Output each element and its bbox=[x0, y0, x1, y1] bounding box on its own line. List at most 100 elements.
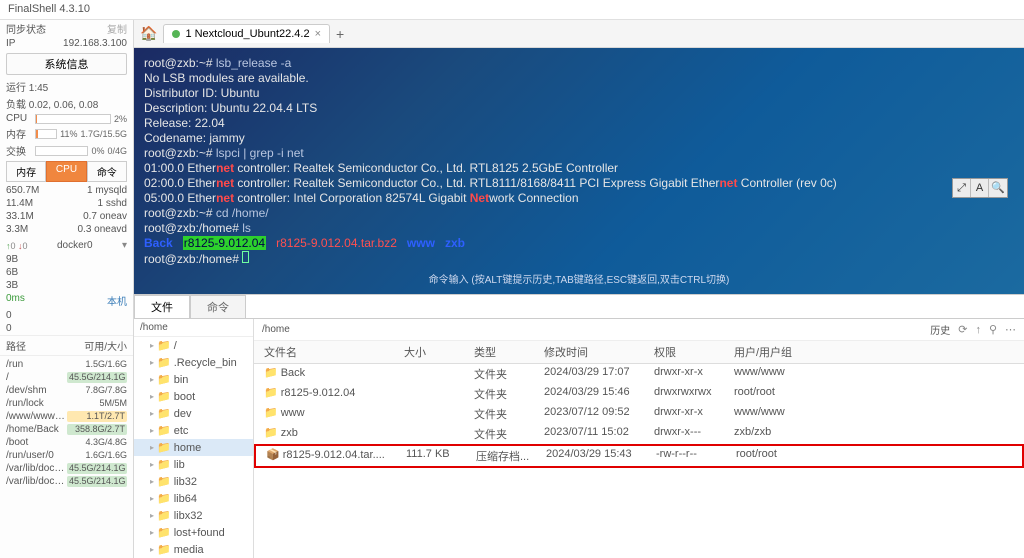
file-row[interactable]: 📁zxb文件夹2023/07/11 15:02drwxr-x---zxb/zxb bbox=[254, 424, 1024, 444]
disk-row[interactable]: /run1.5G/1.6G bbox=[0, 358, 133, 371]
col-type[interactable]: 类型 bbox=[474, 344, 544, 360]
refresh-icon[interactable]: ⟳ bbox=[958, 323, 967, 336]
net-row: ↑0 ↓0 docker0 ▾ bbox=[0, 238, 133, 253]
history-label[interactable]: 历史 bbox=[930, 322, 950, 337]
close-icon[interactable]: × bbox=[315, 28, 321, 40]
chevron-right-icon: ▸ bbox=[150, 460, 154, 469]
disk-row[interactable]: /var/lib/dock...45.5G/214.1G bbox=[0, 462, 133, 475]
up-icon[interactable]: ↑ bbox=[975, 324, 981, 336]
title-bar: FinalShell 4.3.10 bbox=[0, 0, 1024, 20]
file-row[interactable]: 📁Back文件夹2024/03/29 17:07drwxr-xr-xwww/ww… bbox=[254, 364, 1024, 384]
chevron-right-icon: ▸ bbox=[150, 409, 154, 418]
chevron-right-icon: ▸ bbox=[150, 545, 154, 554]
net-9b: 9B bbox=[0, 253, 133, 266]
disk-header: 路径 可用/大小 bbox=[0, 335, 133, 356]
disk-row[interactable]: /dev/shm7.8G/7.8G bbox=[0, 384, 133, 397]
tab-cpu[interactable]: CPU bbox=[46, 161, 86, 182]
cpu-label: CPU bbox=[6, 113, 32, 124]
net-name: docker0 bbox=[57, 240, 93, 251]
chevron-right-icon: ▸ bbox=[150, 477, 154, 486]
folder-icon: 📁 bbox=[264, 407, 278, 419]
disk-row[interactable]: /home/Back358.8G/2.7T bbox=[0, 423, 133, 436]
home-icon[interactable]: 🏠 bbox=[140, 25, 157, 42]
file-pane: /home 历史 ⟳ ↑ ⚲ ⋯ 文件名 大小 类型 修改时间 权限 用户/用户… bbox=[254, 319, 1024, 558]
tree-item[interactable]: ▸📁etc bbox=[134, 422, 253, 439]
col-size[interactable]: 大小 bbox=[404, 344, 474, 360]
mem-row: 内存 11% 1.7G/15.5G bbox=[0, 125, 133, 142]
folder-icon: 📁 bbox=[157, 424, 171, 437]
mem-bar bbox=[35, 129, 57, 139]
copy-label[interactable]: 复制 bbox=[107, 21, 127, 36]
archive-icon: 📦 bbox=[266, 449, 280, 461]
chevron-right-icon: ▸ bbox=[150, 392, 154, 401]
file-header: 文件名 大小 类型 修改时间 权限 用户/用户组 bbox=[254, 341, 1024, 364]
disk-row[interactable]: /www/wwwro...1.1T/2.7T bbox=[0, 410, 133, 423]
proc-row: 33.1M0.7 oneav bbox=[6, 210, 127, 223]
chevron-down-icon[interactable]: ▾ bbox=[122, 240, 127, 251]
folder-icon: 📁 bbox=[157, 356, 171, 369]
folder-icon: 📁 bbox=[157, 475, 171, 488]
tab-file[interactable]: 文件 bbox=[134, 295, 190, 318]
lower-body: /home ▸📁/▸📁.Recycle_bin▸📁bin▸📁boot▸📁dev▸… bbox=[134, 318, 1024, 558]
file-row[interactable]: 📦r8125-9.012.04.tar....111.7 KB压缩存档...20… bbox=[254, 444, 1024, 468]
folder-icon: 📁 bbox=[157, 339, 171, 352]
load: 负载 0.02, 0.06, 0.08 bbox=[0, 95, 133, 112]
disk-col-path: 路径 bbox=[6, 338, 67, 353]
lower-panel: 文件 命令 /home ▸📁/▸📁.Recycle_bin▸📁bin▸📁boot… bbox=[134, 294, 1024, 558]
file-row[interactable]: 📁r8125-9.012.04文件夹2024/03/29 15:46drwxrw… bbox=[254, 384, 1024, 404]
tree-item[interactable]: ▸📁lib64 bbox=[134, 490, 253, 507]
font-icon[interactable]: A bbox=[971, 179, 989, 197]
session-tab[interactable]: 1 Nextcloud_Ubunt22.4.2 × bbox=[163, 24, 330, 43]
current-path: /home bbox=[262, 324, 922, 335]
runtime: 运行 1:45 bbox=[0, 78, 133, 95]
cpu-row: CPU 2% bbox=[0, 112, 133, 125]
ip-value: 192.168.3.100 bbox=[63, 38, 127, 49]
col-name[interactable]: 文件名 bbox=[254, 344, 404, 360]
folder-icon: 📁 bbox=[157, 441, 171, 454]
mem-label: 内存 bbox=[6, 126, 32, 141]
folder-icon: 📁 bbox=[157, 492, 171, 505]
tree-item[interactable]: ▸📁/ bbox=[134, 337, 253, 354]
file-row[interactable]: 📁www文件夹2023/07/12 09:52drwxr-xr-xwww/www bbox=[254, 404, 1024, 424]
tree-item[interactable]: ▸📁lib32 bbox=[134, 473, 253, 490]
add-tab-button[interactable]: + bbox=[336, 26, 344, 42]
folder-icon: 📁 bbox=[157, 458, 171, 471]
main: 同步状态 复制 IP 192.168.3.100 系统信息 运行 1:45 负载… bbox=[0, 20, 1024, 558]
folder-icon: 📁 bbox=[264, 427, 278, 439]
expand-icon[interactable]: ⤢ bbox=[953, 179, 971, 197]
tree-item[interactable]: ▸📁lib bbox=[134, 456, 253, 473]
terminal[interactable]: root@zxb:~# lsb_release -a No LSB module… bbox=[134, 48, 1024, 294]
folder-icon: 📁 bbox=[157, 526, 171, 539]
tree-item[interactable]: ▸📁bin bbox=[134, 371, 253, 388]
disk-row[interactable]: /boot4.3G/4.8G bbox=[0, 436, 133, 449]
tree-path: /home bbox=[134, 319, 253, 337]
tree-item[interactable]: ▸📁boot bbox=[134, 388, 253, 405]
filter-icon[interactable]: ⚲ bbox=[989, 323, 997, 336]
metric-tabs: 内存 CPU 命令 bbox=[6, 161, 127, 182]
tab-command[interactable]: 命令 bbox=[190, 295, 246, 318]
ping: 0ms bbox=[6, 293, 25, 308]
tree-item[interactable]: ▸📁lost+found bbox=[134, 524, 253, 541]
tab-mem[interactable]: 内存 bbox=[6, 161, 46, 182]
sysinfo-button[interactable]: 系统信息 bbox=[6, 53, 127, 75]
folder-icon: 📁 bbox=[157, 407, 171, 420]
tree-item[interactable]: ▸📁dev bbox=[134, 405, 253, 422]
col-mtime[interactable]: 修改时间 bbox=[544, 344, 654, 360]
disk-row[interactable]: /45.5G/214.1G bbox=[0, 371, 133, 384]
disk-row[interactable]: /var/lib/dock...45.5G/214.1G bbox=[0, 475, 133, 488]
lower-tabs: 文件 命令 bbox=[134, 295, 1024, 318]
tree-item[interactable]: ▸📁libx32 bbox=[134, 507, 253, 524]
disk-row[interactable]: /run/user/01.6G/1.6G bbox=[0, 449, 133, 462]
more-icon[interactable]: ⋯ bbox=[1005, 323, 1016, 336]
tree-item[interactable]: ▸📁home bbox=[134, 439, 253, 456]
disk-row[interactable]: /run/lock5M/5M bbox=[0, 397, 133, 410]
search-icon[interactable]: 🔍 bbox=[989, 179, 1007, 197]
cpu-bar bbox=[35, 114, 111, 124]
cpu-pct: 2% bbox=[114, 114, 127, 124]
col-owner[interactable]: 用户/用户组 bbox=[734, 344, 814, 360]
swap-txt: 0/4G bbox=[107, 146, 127, 156]
tree-item[interactable]: ▸📁.Recycle_bin bbox=[134, 354, 253, 371]
tree-item[interactable]: ▸📁media bbox=[134, 541, 253, 558]
tab-cmd[interactable]: 命令 bbox=[87, 161, 127, 182]
col-perm[interactable]: 权限 bbox=[654, 344, 734, 360]
